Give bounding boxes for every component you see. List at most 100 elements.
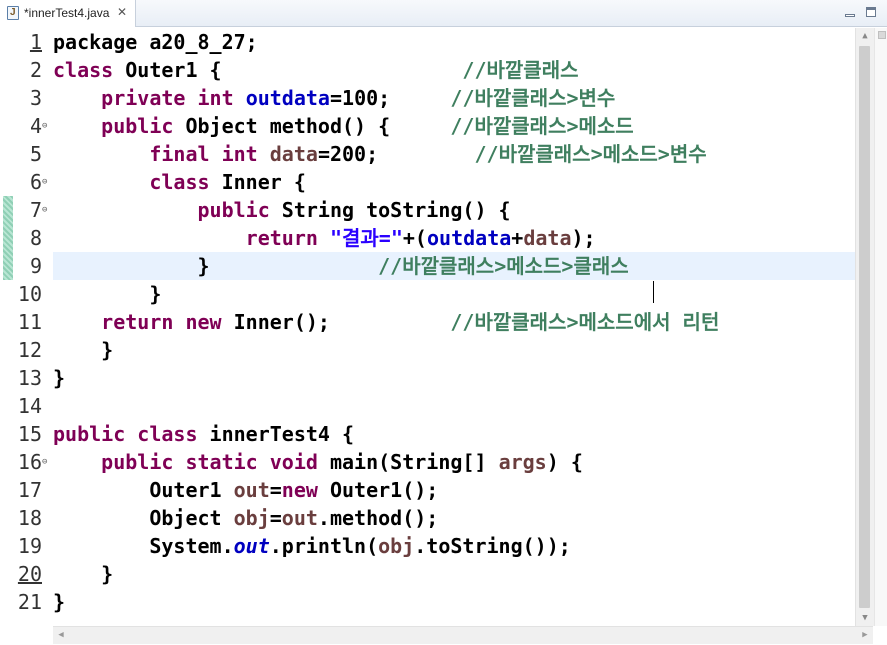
code-line[interactable]: 5 final int data=200; //바깥클래스>메소드>변수	[0, 140, 855, 168]
code-token: }	[53, 366, 66, 390]
code-text: }	[53, 364, 65, 392]
code-token: private	[101, 86, 186, 110]
minimize-icon[interactable]	[843, 5, 857, 19]
code-line[interactable]: 15 public class innerTest4 {	[0, 420, 855, 448]
code-token: int	[221, 142, 258, 166]
java-file-icon: J	[7, 6, 19, 20]
tab-title: *innerTest4.java	[24, 6, 110, 20]
code-token: data	[269, 142, 318, 166]
scroll-right-icon[interactable]: ▶	[857, 627, 873, 644]
code-text: }	[53, 336, 113, 364]
code-token: .toString());	[414, 534, 571, 558]
fold-collapse-icon[interactable]: ⊖	[42, 177, 47, 187]
code-editor[interactable]: 1 package a20_8_27; 2 class Outer1 { //바깥클래…	[0, 28, 855, 626]
code-line[interactable]: 8 return "결과="+(outdata+data);	[0, 224, 855, 252]
code-token: Object	[53, 506, 234, 530]
code-token: out	[233, 478, 270, 502]
code-token: //바깥클래스>변수	[450, 86, 616, 110]
code-token: =100;	[329, 86, 451, 110]
code-text: package a20_8_27;	[53, 28, 258, 56]
code-token: System.	[53, 534, 234, 558]
code-token: .println(	[269, 534, 379, 558]
code-token: public	[101, 450, 174, 474]
fold-collapse-icon[interactable]: ⊖	[42, 205, 47, 215]
code-token: Outer1	[53, 478, 234, 502]
line-number: 4	[29, 114, 42, 138]
scroll-thumb[interactable]	[859, 46, 870, 608]
code-text: private int outdata=100; //바깥클래스>변수	[53, 84, 615, 112]
code-line[interactable]: 2 class Outer1 { //바깥클래스	[0, 56, 855, 84]
code-token: }	[53, 254, 379, 278]
code-token: obj	[378, 534, 415, 558]
code-token: data	[523, 226, 572, 250]
code-text: }	[53, 588, 65, 616]
code-line[interactable]: 13}	[0, 364, 855, 392]
code-line[interactable]: 19 System.out.println(obj.toString());	[0, 532, 855, 560]
code-token: innerTest4 {	[197, 422, 355, 446]
code-token: class	[137, 422, 198, 446]
line-number: 10	[17, 282, 42, 306]
code-line[interactable]: 10 }	[0, 280, 855, 308]
code-line[interactable]: 18 Object obj=out.method();	[0, 504, 855, 532]
code-token: .method();	[317, 506, 439, 530]
code-line[interactable]: 11 return new Inner(); //바깥클래스>메소드에서 리턴	[0, 308, 855, 336]
line-number: 20	[17, 562, 42, 586]
code-text: public static void main(String[] args) {	[53, 448, 583, 476]
editor-tab-innertest4[interactable]: J *innerTest4.java ✕	[0, 0, 136, 27]
code-token: );	[571, 226, 596, 250]
code-line[interactable]: 16 ⊖ public static void main(String[] arg…	[0, 448, 855, 476]
code-text: } //바깥클래스>메소드>클래스	[53, 252, 628, 280]
code-line[interactable]: 20 }	[0, 560, 855, 588]
code-line[interactable]: 3 private int outdata=100; //바깥클래스>변수	[0, 84, 855, 112]
code-text: return "결과="+(outdata+data);	[53, 224, 596, 252]
code-line[interactable]: 4 ⊖ public Object method() { //바깥클래스>메소드	[0, 112, 855, 140]
code-token: //바깥클래스	[462, 58, 579, 82]
code-line[interactable]: 6 ⊖ class Inner {	[0, 168, 855, 196]
code-token: out	[233, 534, 270, 558]
code-line[interactable]: 1 package a20_8_27;	[0, 28, 855, 56]
code-line[interactable]: 17 Outer1 out=new Outer1();	[0, 476, 855, 504]
line-number: 12	[17, 338, 42, 362]
code-token: outdata	[245, 86, 330, 110]
code-token: //바깥클래스>메소드	[450, 114, 634, 138]
vertical-scrollbar[interactable]: ▲ ▼	[855, 28, 874, 626]
code-token: public	[197, 198, 270, 222]
code-line[interactable]: 12 }	[0, 336, 855, 364]
code-token: }	[53, 562, 114, 586]
code-token: =	[269, 506, 282, 530]
code-token: //바깥클래스>메소드>변수	[474, 142, 707, 166]
code-token: class	[149, 170, 210, 194]
line-number: 18	[17, 506, 42, 530]
editor-tab-bar: J *innerTest4.java ✕	[0, 0, 887, 27]
close-icon[interactable]: ✕	[117, 5, 127, 19]
scroll-down-icon[interactable]: ▼	[856, 610, 874, 626]
fold-collapse-icon[interactable]: ⊖	[42, 121, 47, 131]
horizontal-scrollbar[interactable]: ◀ ▶	[53, 626, 873, 644]
code-line[interactable]: 21}	[0, 588, 855, 616]
code-line[interactable]: 7 ⊖ public String toString() {	[0, 196, 855, 224]
code-line[interactable]: 14	[0, 392, 855, 420]
line-number: 17	[17, 478, 42, 502]
scroll-left-icon[interactable]: ◀	[53, 627, 69, 644]
fold-collapse-icon[interactable]: ⊖	[42, 457, 47, 467]
line-number: 13	[17, 366, 42, 390]
maximize-icon[interactable]	[864, 5, 878, 19]
overview-ruler[interactable]	[874, 28, 887, 626]
code-line[interactable]: 9 } //바깥클래스>메소드>클래스	[0, 252, 855, 280]
code-token: void	[269, 450, 318, 474]
scroll-up-icon[interactable]: ▲	[856, 28, 874, 44]
code-token: final	[149, 142, 210, 166]
code-token: public	[53, 422, 126, 446]
code-token: Inner();	[221, 310, 451, 334]
line-number: 9	[29, 254, 42, 278]
code-token: Inner {	[209, 170, 306, 194]
